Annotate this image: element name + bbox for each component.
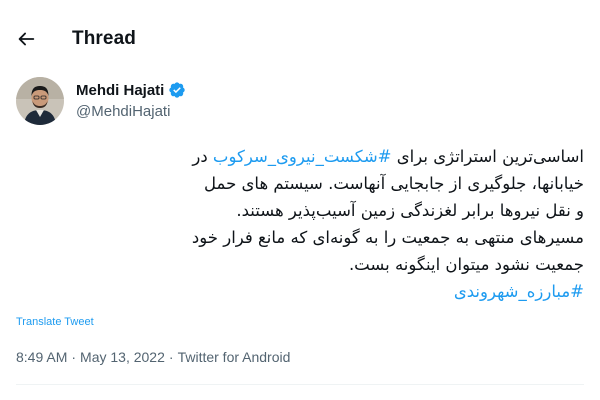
tweet-line: خیابانها، جلوگیری از جابجایی آنهاست. سیس… (204, 174, 584, 193)
tweet-thread-view: Thread Mehdi Hajati @MehdiHajati اساسی‌ت… (0, 0, 600, 400)
tweet-line: مسیرهای منتهی به جمعیت را به گونه‌ای که … (191, 228, 584, 247)
tweet-date[interactable]: May 13, 2022 (80, 349, 165, 365)
arrow-left-icon (18, 32, 35, 46)
tweet-client[interactable]: Twitter for Android (178, 349, 291, 365)
metadata-divider (16, 384, 584, 385)
tweet-line: #مبارزه_شهروندی (24, 278, 584, 305)
tweet-metadata: 8:49 AM · May 13, 2022 · Twitter for And… (16, 349, 290, 365)
separator-dot: · (71, 349, 77, 365)
page-title: Thread (72, 28, 136, 49)
tweet-line: اساسی‌ترین استراتژی برای #شکست_نیروی_سرک… (24, 143, 584, 170)
hashtag-link[interactable]: #شکست_نیروی_سرکوب (213, 147, 392, 166)
profile-photo (16, 77, 64, 125)
hashtag-link[interactable]: #مبارزه_شهروندی (454, 282, 584, 301)
verified-badge-icon (168, 81, 186, 99)
author-name[interactable]: Mehdi Hajati (76, 82, 164, 99)
thread-header: Thread (0, 0, 600, 78)
tweet-text-segment: در (192, 147, 213, 166)
author-name-row: Mehdi Hajati (76, 81, 186, 99)
tweet-time[interactable]: 8:49 AM (16, 349, 67, 365)
tweet-text-segment: اساسی‌ترین استراتژی برای (391, 147, 584, 166)
avatar[interactable] (16, 77, 64, 125)
tweet-line: و نقل نیروها برابر لغزندگی زمین آسیب‌پذی… (236, 201, 584, 220)
tweet-line: جمعیت نشود میتوان اینگونه بست. (348, 255, 584, 274)
back-button[interactable] (12, 25, 40, 53)
translate-tweet-link[interactable]: Translate Tweet (16, 316, 94, 328)
author-handle[interactable]: @MehdiHajati (76, 103, 170, 120)
tweet-text: اساسی‌ترین استراتژی برای #شکست_نیروی_سرک… (24, 143, 584, 305)
separator-dot: · (168, 349, 174, 365)
